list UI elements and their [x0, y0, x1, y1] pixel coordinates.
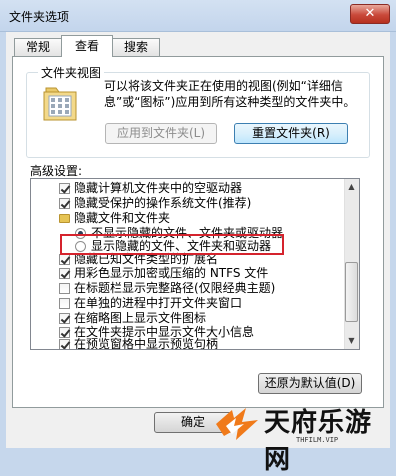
advanced-settings-label: 高级设置:	[30, 164, 83, 178]
window-title: 文件夹选项	[9, 10, 70, 24]
watermark-logo-icon	[216, 408, 258, 440]
scrollbar-thumb[interactable]	[345, 262, 358, 322]
advanced-settings-list: 隐藏计算机文件夹中的空驱动器 隐藏受保护的操作系统文件(推荐) 隐藏文件和文件夹…	[30, 178, 360, 350]
list-item-label: 隐藏文件和文件夹	[74, 211, 171, 225]
folder-views-description: 可以将该文件夹正在使用的视图(例如“详细信息”或“图标”)应用到所有这种类型的文…	[104, 79, 356, 109]
tab-search[interactable]: 搜索	[112, 38, 160, 56]
list-item-label: 在单独的进程中打开文件夹窗口	[74, 296, 243, 310]
checkbox[interactable]	[59, 298, 70, 309]
list-item-label: 隐藏计算机文件夹中的空驱动器	[74, 181, 243, 195]
checkbox[interactable]	[59, 198, 70, 209]
checkbox[interactable]	[59, 327, 70, 338]
checkbox[interactable]	[59, 254, 70, 265]
scroll-down-icon[interactable]: ▼	[344, 333, 359, 349]
tab-view[interactable]: 查看	[61, 35, 113, 57]
checkbox[interactable]	[59, 313, 70, 324]
checkbox[interactable]	[59, 268, 70, 279]
reset-folders-button[interactable]: 重置文件夹(R)	[234, 123, 348, 144]
folder-icon	[59, 214, 70, 223]
folder-views-label: 文件夹视图	[38, 64, 105, 81]
checkbox[interactable]	[59, 283, 70, 294]
list-item-label: 在标题栏显示完整路径(仅限经典主题)	[74, 281, 276, 295]
list-item-label: 在预览窗格中显示预览句柄	[74, 337, 219, 350]
tab-general[interactable]: 常规	[14, 38, 62, 56]
checkbox[interactable]	[59, 339, 70, 349]
list-item-label: 隐藏受保护的操作系统文件(推荐)	[74, 196, 252, 210]
highlight-box	[60, 234, 284, 255]
list-item-label: 在缩略图上显示文件图标	[74, 311, 207, 325]
scroll-up-icon[interactable]: ▲	[344, 179, 359, 195]
watermark-subtext: THFILM.VIP	[296, 436, 339, 444]
restore-defaults-button[interactable]: 还原为默认值(D)	[258, 373, 362, 394]
list-item-label: 用彩色显示加密或压缩的 NTFS 文件	[74, 266, 269, 280]
close-button[interactable]: ✕	[350, 4, 390, 24]
apply-to-folders-button[interactable]: 应用到文件夹(L)	[105, 123, 217, 144]
checkbox[interactable]	[59, 183, 70, 194]
folder-view-icon	[43, 87, 77, 121]
